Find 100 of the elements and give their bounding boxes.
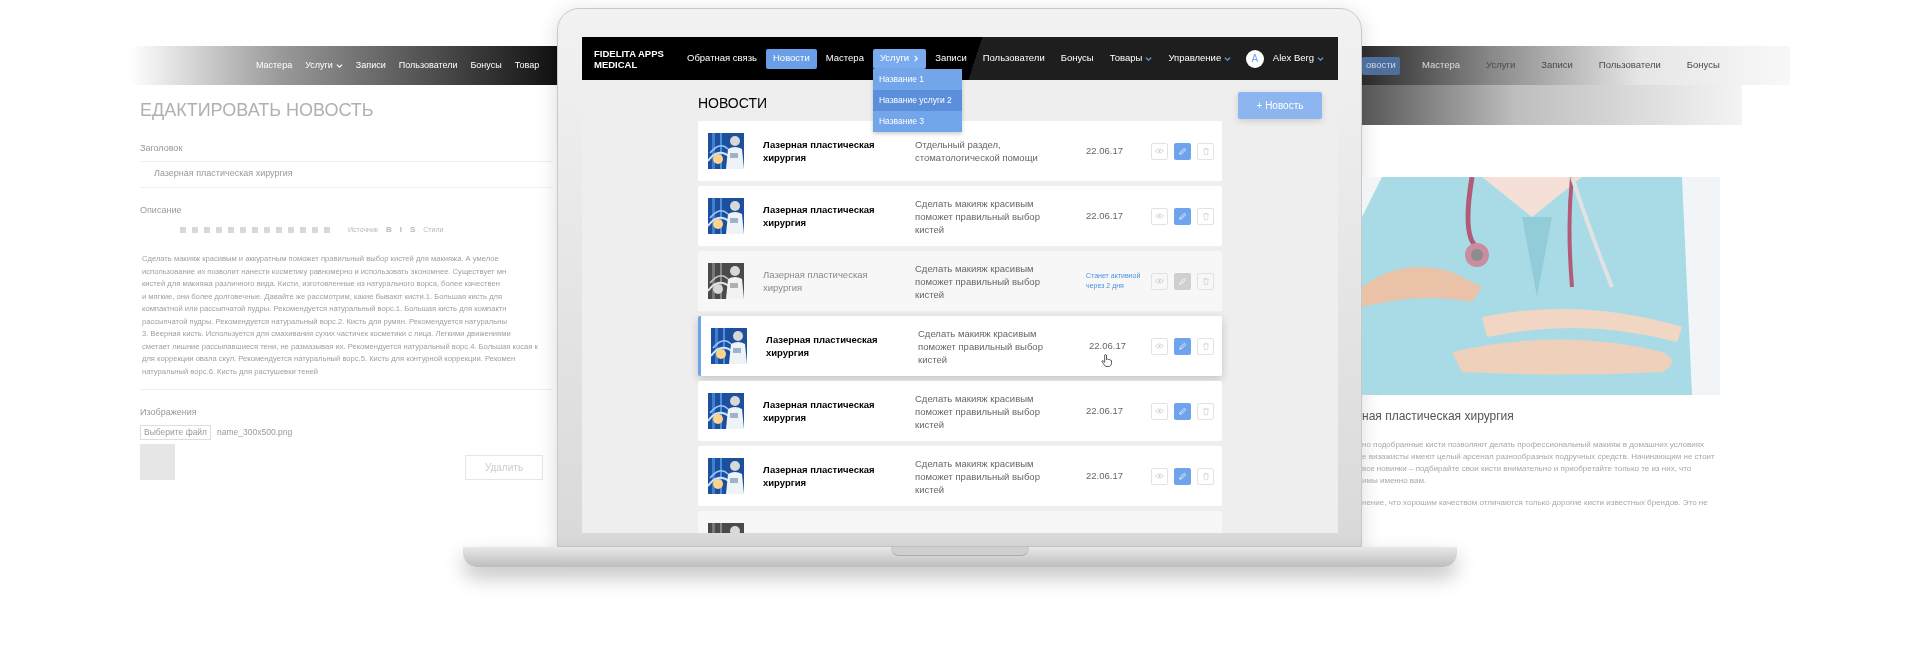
trash-icon <box>1201 341 1210 351</box>
pencil-icon <box>1178 146 1187 156</box>
news-date: 22.06.17 <box>1089 338 1127 353</box>
delete-button[interactable] <box>1197 272 1214 290</box>
news-date: 22.06.17 <box>1086 468 1124 483</box>
nav-item[interactable]: Управление <box>1161 48 1239 69</box>
user-name[interactable]: Alex Berg <box>1272 51 1314 66</box>
nav-item[interactable]: Мастера <box>818 48 871 69</box>
news-title: Лазерная пластическая хирургия <box>763 463 876 489</box>
text-line: нение, что хорошим качеством отличаются только дорогие кисти известных брендов. Это не <box>1362 497 1709 508</box>
nav-link[interactable]: Бонусы <box>470 58 502 73</box>
text-line: имы именно вам. <box>1362 475 1428 486</box>
news-date: 22.06.17 <box>1086 403 1124 418</box>
nav-item[interactable]: Товары <box>1102 48 1160 69</box>
view-button[interactable] <box>1151 142 1168 160</box>
eye-icon <box>1155 408 1164 414</box>
edit-button[interactable] <box>1174 272 1191 290</box>
nav-link[interactable]: Услуги <box>305 58 333 73</box>
field-label: Изображения <box>140 405 197 419</box>
caret-icon <box>1317 55 1324 62</box>
nav-link[interactable]: Товар <box>514 58 540 73</box>
file-button[interactable]: Выберите файл <box>140 425 212 440</box>
news-description: Сделать макияж красивым поможет правильный выбор кистей <box>915 456 1041 496</box>
news-description: Сделать макияж красивым поможет правильный выбор кистей <box>915 196 1041 236</box>
news-title: Лазерная пластическая хирургия <box>763 268 869 294</box>
nav-item[interactable]: Бонусы <box>1053 48 1101 69</box>
view-button[interactable] <box>1151 402 1168 420</box>
nav-item[interactable]: Обратная связь <box>680 48 764 69</box>
trash-icon <box>1201 146 1210 156</box>
nav-link[interactable]: Мастера <box>1417 56 1465 75</box>
nav-link[interactable]: Записи <box>1537 56 1577 75</box>
caret-icon <box>1145 55 1153 62</box>
edit-button[interactable] <box>1174 337 1191 355</box>
text-line: все новинки – подбирайте свои кисти внимательно и приобретайте только те из них, что <box>1362 463 1693 474</box>
delete-button[interactable] <box>1197 207 1214 225</box>
news-description: Сделать макияж красивым поможет правильный выбор кистей <box>915 391 1041 431</box>
caret-icon <box>1224 55 1232 62</box>
delete-button[interactable] <box>1197 142 1214 160</box>
news-card[interactable]: Лазерная пластическая хирургия Сделать макияж красивым поможет правильный выбор кистей 22.06.17 <box>698 186 1222 246</box>
news-title: Лазерная пластическая хирургия <box>763 138 876 164</box>
edit-button[interactable] <box>1174 402 1191 420</box>
news-date: 22.06.17 <box>1086 208 1124 223</box>
pencil-icon <box>1178 406 1187 416</box>
eye-icon <box>1155 473 1164 479</box>
view-button[interactable] <box>1151 337 1168 355</box>
nav-item[interactable]: Записи <box>928 48 974 69</box>
image-preview <box>140 443 175 480</box>
pencil-icon <box>1178 276 1187 286</box>
text-line: е визажисты имеют целый арсенал разнообразных подручных средств. Начинающим не стоит <box>1362 451 1716 462</box>
menu-item[interactable]: Название услуги 2 <box>872 89 962 111</box>
nav-link[interactable]: Записи <box>355 58 386 73</box>
news-title: Лазерная пластическая хирургия <box>763 398 876 424</box>
trash-icon <box>1201 406 1210 416</box>
app-logo: FIDELITA APPS MEDICAL <box>594 47 665 70</box>
caret-icon <box>912 55 920 62</box>
page-title: НОВОСТИ <box>698 94 768 113</box>
news-description: Отдельный раздел, стоматологической помощи <box>915 138 1039 164</box>
news-card[interactable]: Лазерная пластическая хирургия Сделать макияж красивым поможет правильный выбор кистей 22.06.17 <box>698 316 1222 376</box>
view-button[interactable] <box>1151 272 1168 290</box>
eye-icon <box>1155 343 1164 349</box>
news-card[interactable]: Лазерная пластическая хирургия Сделать макияж красивым поможет правильный выбор кистей 22.06.17 <box>698 381 1222 441</box>
title-field[interactable]: Лазерная пластическая хирургия <box>140 160 553 188</box>
article-title: ная пластическая хирургия <box>1362 408 1515 425</box>
caret-icon <box>335 62 343 69</box>
eye-icon <box>1155 278 1164 284</box>
news-card[interactable]: Лазерная пластическая хирургия Сделать макияж красивым поможет правильный выбор кистей 22.06.17 <box>698 446 1222 506</box>
news-date: 22.06.17 <box>1086 143 1124 158</box>
news-title: Лазерная пластическая хирургия <box>766 333 879 359</box>
edit-button[interactable] <box>1174 207 1191 225</box>
news-description: Сделать макияж красивым поможет правильный выбор кистей <box>918 326 1044 366</box>
pencil-icon <box>1178 341 1187 351</box>
view-button[interactable] <box>1151 207 1168 225</box>
trash-icon <box>1201 276 1210 286</box>
nav-link[interactable]: Мастера <box>256 58 293 73</box>
delete-button[interactable] <box>1197 402 1214 420</box>
nav-item[interactable]: Услуги <box>872 48 927 69</box>
eye-icon <box>1155 148 1164 154</box>
field-label: Описание <box>140 203 182 217</box>
edit-button[interactable] <box>1174 142 1191 160</box>
nav-item[interactable]: Пользователи <box>975 48 1052 69</box>
nav-link[interactable]: Услуги <box>1482 56 1520 75</box>
trash-icon <box>1201 211 1210 221</box>
nav-link[interactable]: овости <box>1362 56 1400 75</box>
pencil-icon <box>1178 471 1187 481</box>
edit-button[interactable] <box>1174 467 1191 485</box>
nav-item[interactable]: Новости <box>766 48 817 69</box>
nav-link[interactable]: Пользователи <box>398 58 458 73</box>
menu-item[interactable]: Название 1 <box>872 68 962 90</box>
field-label: Заголовок <box>140 142 183 155</box>
delete-button[interactable] <box>1197 467 1214 485</box>
nav-link[interactable]: Бонусы <box>1682 56 1724 75</box>
trash-icon <box>1201 471 1210 481</box>
nav-link[interactable]: Пользователи <box>1594 56 1665 75</box>
page-title: ЕДАКТИРОВАТЬ НОВОСТЬ <box>140 99 374 122</box>
hand-cursor-icon <box>1101 354 1112 367</box>
delete-button[interactable] <box>1197 337 1214 355</box>
pencil-icon <box>1178 211 1187 221</box>
eye-icon <box>1155 213 1164 219</box>
user-avatar[interactable]: A <box>1245 49 1264 68</box>
view-button[interactable] <box>1151 467 1168 485</box>
